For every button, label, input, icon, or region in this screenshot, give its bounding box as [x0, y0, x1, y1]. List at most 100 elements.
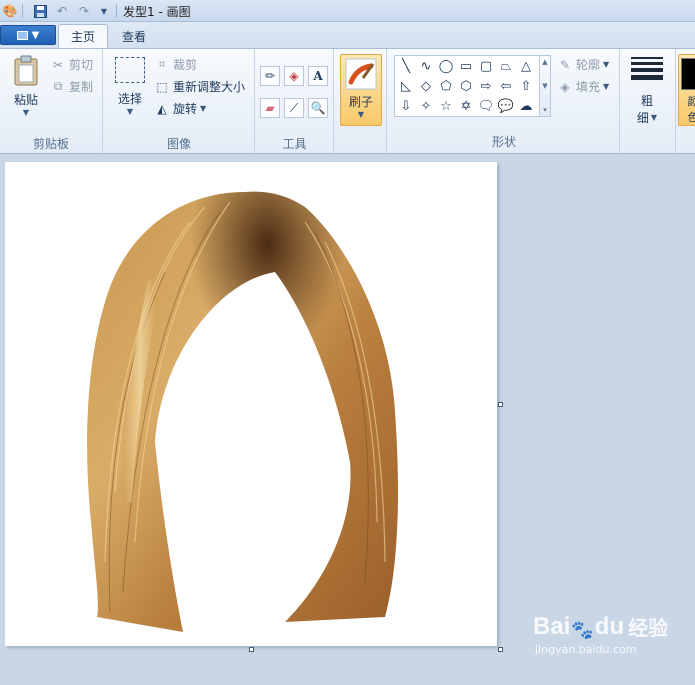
curve-shape-icon[interactable]: ∿ [416, 56, 436, 76]
crop-icon: ⌗ [158, 57, 166, 71]
fill-button[interactable]: ◈ 填充 ▼ [557, 78, 609, 95]
image-group-label: 图像 [166, 137, 191, 151]
oval-callout-shape-icon[interactable]: 💬 [496, 96, 516, 116]
tools-group: ✏ ◈ A ▰ ⟋ 🔍 工具 [256, 49, 334, 155]
paste-icon [14, 55, 38, 86]
right-triangle-shape-icon[interactable]: ◺ [396, 76, 416, 96]
outline-pencil-icon: ✎ [559, 57, 571, 72]
color-picker-tool[interactable]: ⟋ [284, 98, 304, 118]
watermark-url: jingyan.baidu.com [535, 643, 637, 656]
chevron-down-icon: ▼ [22, 108, 30, 117]
shapes-group-label: 形状 [491, 135, 516, 149]
hexagon-shape-icon[interactable]: ⬡ [456, 76, 476, 96]
six-point-star-shape-icon[interactable]: ✡ [456, 96, 476, 116]
watermark-brand: Bai [533, 613, 571, 640]
pencil-tool[interactable]: ✏ [260, 66, 280, 86]
undo-icon[interactable]: ↶ [54, 3, 70, 19]
oval-shape-icon[interactable]: ◯ [436, 56, 456, 76]
size-group: 粗 细 ▼ [621, 49, 676, 155]
app-menu-button[interactable]: ▼ [0, 25, 56, 45]
text-a-icon: A [313, 69, 323, 83]
brush-icon [345, 58, 377, 90]
paw-icon: 🐾 [571, 620, 594, 640]
resize-handle-right[interactable] [498, 402, 503, 407]
chevron-down-icon: ▼ [126, 107, 134, 116]
down-arrow-shape-icon[interactable]: ⇩ [396, 96, 416, 116]
cut-button[interactable]: ✂ 剪切 [50, 56, 93, 73]
resize-handle-bottom[interactable] [249, 647, 254, 652]
tab-home[interactable]: 主页 [58, 24, 109, 48]
color1-swatch [681, 58, 695, 90]
outline-button[interactable]: ✎ 轮廓 ▼ [557, 56, 609, 73]
size-button[interactable]: 粗 细 ▼ [627, 57, 667, 126]
select-button[interactable]: 选择 ▼ [112, 57, 148, 116]
resize-label: 重新调整大小 [173, 80, 246, 94]
diamond-shape-icon[interactable]: ◇ [416, 76, 436, 96]
right-arrow-shape-icon[interactable]: ⇨ [476, 76, 496, 96]
brushes-group: 刷子 ▼ [335, 49, 387, 155]
paint-app-icon[interactable]: 🎨 [2, 3, 18, 19]
text-tool[interactable]: A [308, 66, 328, 86]
up-arrow-shape-icon[interactable]: ⇧ [516, 76, 536, 96]
save-icon[interactable] [32, 3, 48, 19]
rotate-button[interactable]: ◭ 旋转 ▼ [154, 100, 206, 117]
scroll-up-icon[interactable]: ▲ [542, 58, 547, 66]
gallery-expand-icon[interactable]: ▾ [543, 106, 547, 114]
cloud-callout-shape-icon[interactable]: ☁ [516, 96, 536, 116]
tools-group-label: 工具 [282, 137, 307, 151]
drawing-canvas[interactable] [5, 162, 503, 652]
left-arrow-shape-icon[interactable]: ⇦ [496, 76, 516, 96]
resize-handle-corner[interactable] [498, 647, 503, 652]
ribbon-tabs: ▼ 主页 查看 [0, 22, 695, 48]
paint-bucket-icon: ◈ [289, 69, 299, 83]
pencil-icon: ✏ [264, 69, 276, 83]
quick-access-dropdown-icon[interactable]: ▼ [96, 3, 112, 19]
magnifier-tool[interactable]: 🔍 [308, 98, 328, 118]
eraser-tool[interactable]: ▰ [260, 98, 280, 118]
clipboard-group: 粘贴 ▼ ✂ 剪切 ⧉ 复制 剪贴板 [0, 49, 103, 155]
crop-button[interactable]: ⌗ 裁剪 [154, 56, 197, 73]
clipboard-group-label: 剪贴板 [32, 137, 69, 151]
baidu-jingyan-watermark: Bai 🐾 du 经验 jingyan.baidu.com [533, 612, 683, 664]
canvas-workspace[interactable] [0, 155, 695, 685]
copy-button[interactable]: ⧉ 复制 [50, 78, 93, 95]
paste-button[interactable]: 粘贴 ▼ [9, 55, 43, 117]
polygon-shape-icon[interactable]: ⏢ [496, 56, 516, 76]
rotate-label: 旋转 [173, 102, 198, 116]
rect-callout-shape-icon[interactable]: 🗨 [476, 96, 496, 116]
title-separator [116, 4, 117, 18]
select-label: 选择 [117, 92, 142, 106]
paste-label: 粘贴 [13, 93, 38, 107]
shapes-scrollbar[interactable]: ▲ ▼ ▾ [540, 55, 551, 117]
image-group: 选择 ▼ ⌗ 裁剪 ⬚ 重新调整大小 ◭ 旋转 ▼ 图像 [104, 49, 255, 155]
color1-label-line1: 颜 [687, 95, 695, 108]
pentagon-shape-icon[interactable]: ⬠ [436, 76, 456, 96]
tab-view[interactable]: 查看 [110, 24, 158, 48]
fill-label: 填充 [576, 80, 601, 94]
shapes-gallery: ╲ ∿ ◯ ▭ ▢ ⏢ △ ◺ ◇ ⬠ ⬡ ⇨ ⇦ ⇧ ⇩ ✧ ☆ ✡ 🗨 💬 … [394, 55, 540, 117]
brushes-button[interactable]: 刷子 ▼ [340, 54, 382, 126]
five-point-star-shape-icon[interactable]: ☆ [436, 96, 456, 116]
crop-label: 裁剪 [173, 58, 198, 72]
ribbon: 粘贴 ▼ ✂ 剪切 ⧉ 复制 剪贴板 选择 ▼ ⌗ 裁剪 ⬚ 重新调整大小 ◭ … [0, 48, 695, 155]
chevron-down-icon: ▼ [650, 113, 658, 122]
select-rectangle-icon [115, 57, 145, 83]
outline-label: 轮廓 [576, 58, 601, 72]
copy-icon: ⧉ [53, 79, 63, 93]
eraser-icon: ▰ [265, 101, 275, 115]
scroll-down-icon[interactable]: ▼ [542, 82, 547, 90]
redo-icon[interactable]: ↷ [76, 3, 92, 19]
color1-button[interactable]: 颜 色 [678, 54, 695, 126]
size-label-line1: 粗 [640, 94, 653, 108]
rectangle-shape-icon[interactable]: ▭ [456, 56, 476, 76]
line-shape-icon[interactable]: ╲ [396, 56, 416, 76]
copy-label: 复制 [69, 80, 94, 94]
rounded-rectangle-shape-icon[interactable]: ▢ [476, 56, 496, 76]
chevron-down-icon: ▼ [200, 104, 207, 113]
four-point-star-shape-icon[interactable]: ✧ [416, 96, 436, 116]
fill-tool[interactable]: ◈ [284, 66, 304, 86]
scissors-icon: ✂ [52, 57, 64, 72]
triangle-shape-icon[interactable]: △ [516, 56, 536, 76]
resize-button[interactable]: ⬚ 重新调整大小 [154, 78, 245, 95]
chevron-down-icon: ▼ [603, 60, 610, 69]
